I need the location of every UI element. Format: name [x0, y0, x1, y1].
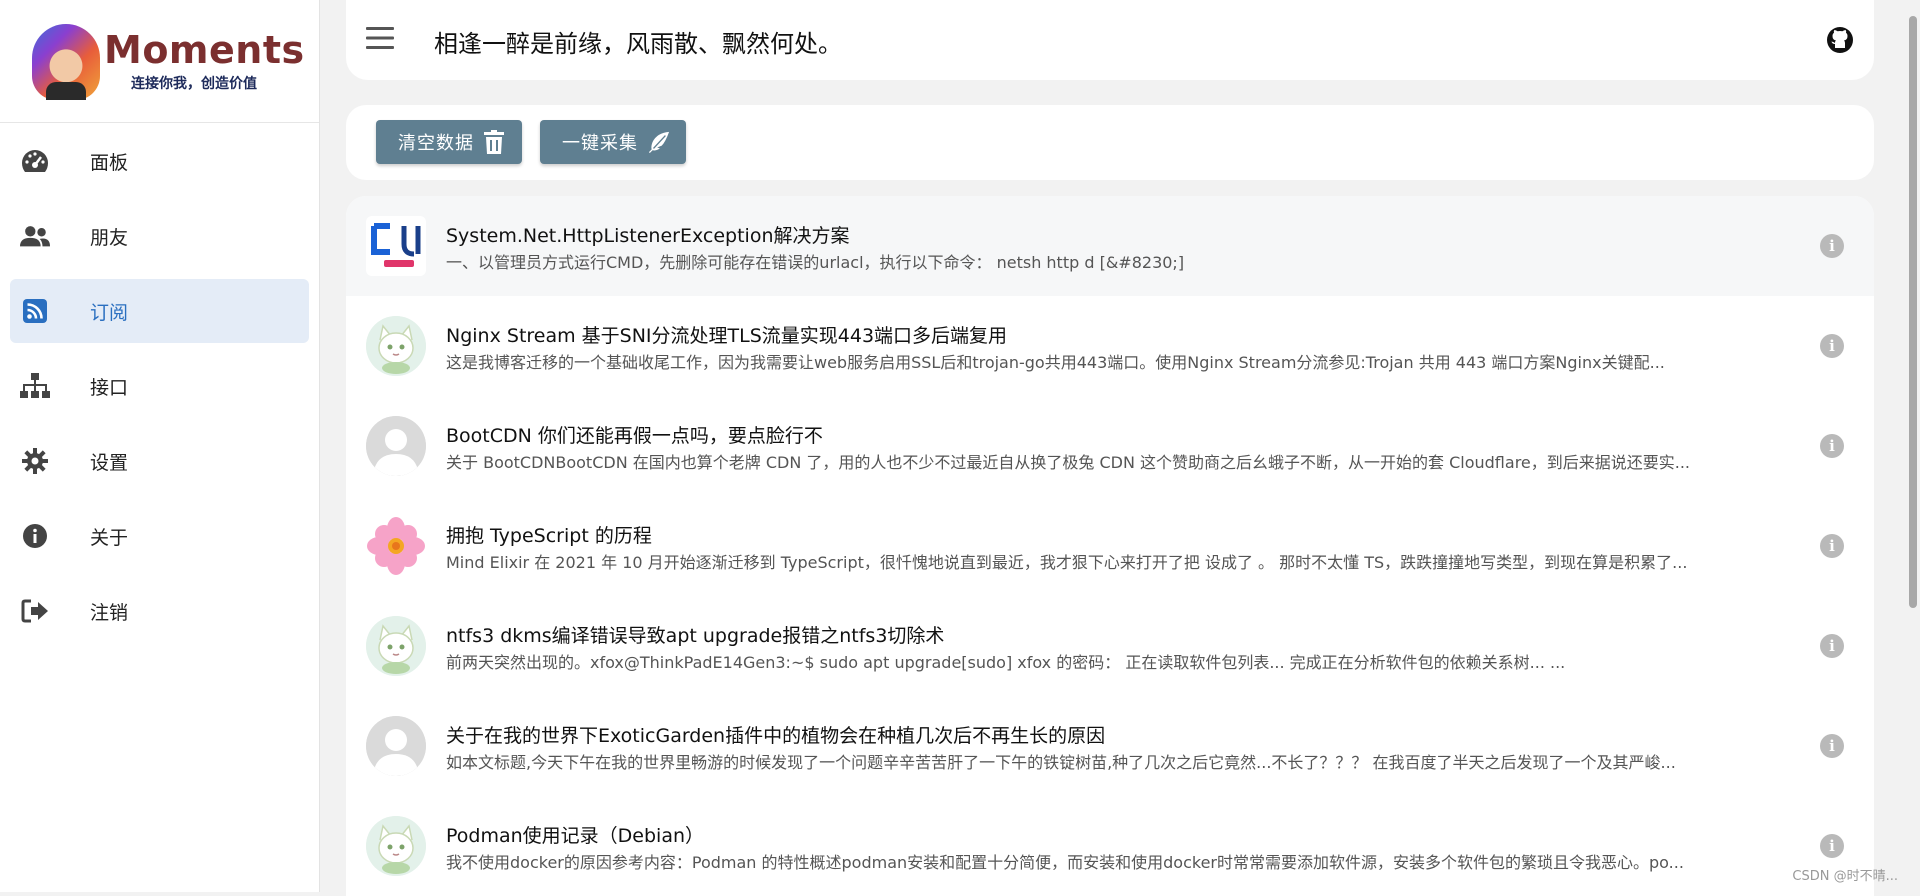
- info-icon[interactable]: i: [1820, 834, 1844, 858]
- sidebar-item-label: 订阅: [90, 298, 128, 325]
- flower-avatar: [366, 516, 426, 576]
- trash-icon: [484, 130, 506, 154]
- sidebar-item-label: 面板: [90, 148, 128, 175]
- sidebar: Moments 连接你我，创造价值 面板 朋友 订阅 接口: [0, 0, 320, 892]
- sidebar-item-label: 注销: [90, 598, 128, 625]
- page-scrollbar[interactable]: [1906, 0, 1918, 892]
- cat-avatar: [366, 816, 426, 876]
- sidebar-item-api[interactable]: 接口: [10, 354, 309, 418]
- post-title[interactable]: System.Net.HttpListenerException解决方案: [446, 221, 849, 248]
- logout-icon: [20, 596, 50, 626]
- post-list: System.Net.HttpListenerException解决方案 一、以…: [346, 196, 1874, 896]
- feather-icon: [648, 130, 670, 154]
- clear-data-label: 清空数据: [398, 129, 474, 155]
- sidebar-item-label: 关于: [90, 523, 128, 550]
- collect-button[interactable]: 一键采集: [540, 120, 686, 164]
- post-title[interactable]: Podman使用记录（Debian）: [446, 821, 704, 848]
- post-title[interactable]: Nginx Stream 基于SNI分流处理TLS流量实现443端口多后端复用: [446, 321, 1007, 348]
- post-title[interactable]: 关于在我的世界下ExoticGarden插件中的植物会在种植几次后不再生长的原因: [446, 721, 1105, 748]
- default-avatar: [366, 716, 426, 776]
- default-avatar: [366, 416, 426, 476]
- info-icon[interactable]: i: [1820, 434, 1844, 458]
- post-desc: 前两天突然出现的。xfox@ThinkPadE14Gen3:~$ sudo ap…: [446, 649, 1796, 673]
- sidebar-item-friends[interactable]: 朋友: [10, 204, 309, 268]
- users-icon: [20, 221, 50, 251]
- post-desc: 这是我博客迁移的一个基础收尾工作，因为我需要让web服务启用SSL后和troja…: [446, 349, 1796, 373]
- hamburger-icon[interactable]: [366, 26, 394, 50]
- watermark: CSDN @时不晴...: [1792, 865, 1898, 884]
- header-bar: 相逢一醉是前缘，风雨散、飘然何处。: [346, 0, 1874, 80]
- post-desc: 我不使用docker的原因参考内容：Podman 的特性概述podman安装和配…: [446, 849, 1796, 873]
- list-item[interactable]: ntfs3 dkms编译错误导致apt upgrade报错之ntfs3切除术 前…: [346, 596, 1874, 696]
- list-item[interactable]: 关于在我的世界下ExoticGarden插件中的植物会在种植几次后不再生长的原因…: [346, 696, 1874, 796]
- sitemap-icon: [20, 371, 50, 401]
- info-icon[interactable]: i: [1820, 334, 1844, 358]
- cat-avatar: [366, 316, 426, 376]
- sidebar-item-settings[interactable]: 设置: [10, 429, 309, 493]
- dashboard-icon: [20, 146, 50, 176]
- brand-logo-avatar: [366, 216, 426, 276]
- clear-data-button[interactable]: 清空数据: [376, 120, 522, 164]
- list-item[interactable]: BootCDN 你们还能再假一点吗，要点脸行不 关于 BootCDNBootCD…: [346, 396, 1874, 496]
- github-icon[interactable]: [1826, 26, 1854, 54]
- scrollbar-thumb[interactable]: [1909, 16, 1917, 608]
- info-icon[interactable]: i: [1820, 534, 1844, 558]
- sidebar-item-label: 接口: [90, 373, 128, 400]
- post-title[interactable]: BootCDN 你们还能再假一点吗，要点脸行不: [446, 421, 823, 448]
- sidebar-item-label: 设置: [90, 448, 128, 475]
- post-title[interactable]: ntfs3 dkms编译错误导致apt upgrade报错之ntfs3切除术: [446, 621, 944, 648]
- cat-avatar: [366, 616, 426, 676]
- sidebar-item-dashboard[interactable]: 面板: [10, 129, 309, 193]
- sidebar-item-label: 朋友: [90, 223, 128, 250]
- collect-label: 一键采集: [562, 129, 638, 155]
- list-item[interactable]: 拥抱 TypeScript 的历程 Mind Elixir 在 2021 年 1…: [346, 496, 1874, 596]
- toolbar: 清空数据 一键采集: [346, 105, 1874, 180]
- info-icon[interactable]: i: [1820, 734, 1844, 758]
- list-item[interactable]: Nginx Stream 基于SNI分流处理TLS流量实现443端口多后端复用 …: [346, 296, 1874, 396]
- sidebar-item-subscriptions[interactable]: 订阅: [10, 279, 309, 343]
- post-desc: 关于 BootCDNBootCDN 在国内也算个老牌 CDN 了，用的人也不少不…: [446, 449, 1796, 473]
- main-content: 相逢一醉是前缘，风雨散、飘然何处。 清空数据 一键采集 System.Net.H…: [346, 0, 1874, 896]
- info-icon: [20, 521, 50, 551]
- list-item[interactable]: Podman使用记录（Debian） 我不使用docker的原因参考内容：Pod…: [346, 796, 1874, 896]
- logo-avatar: [32, 24, 100, 100]
- sidebar-nav: 面板 朋友 订阅 接口 设置: [0, 123, 319, 643]
- post-desc: 一、以管理员方式运行CMD，先删除可能存在错误的urlacl，执行以下命令： n…: [446, 249, 1796, 273]
- list-item[interactable]: System.Net.HttpListenerException解决方案 一、以…: [346, 196, 1874, 296]
- logo-area[interactable]: Moments 连接你我，创造价值: [0, 0, 319, 123]
- info-icon[interactable]: i: [1820, 634, 1844, 658]
- logo-subtitle: 连接你我，创造价值: [131, 73, 257, 93]
- info-icon[interactable]: i: [1820, 234, 1844, 258]
- sidebar-item-about[interactable]: 关于: [10, 504, 309, 568]
- page-title: 相逢一醉是前缘，风雨散、飘然何处。: [434, 24, 842, 59]
- rss-icon: [20, 296, 50, 326]
- logo-title: Moments: [104, 28, 305, 72]
- sidebar-item-logout[interactable]: 注销: [10, 579, 309, 643]
- post-desc: Mind Elixir 在 2021 年 10 月开始逐渐迁移到 TypeScr…: [446, 549, 1796, 573]
- gear-icon: [20, 446, 50, 476]
- post-title[interactable]: 拥抱 TypeScript 的历程: [446, 521, 652, 548]
- post-desc: 如本文标题,今天下午在我的世界里畅游的时候发现了一个问题辛辛苦苦肝了一下午的铁锭…: [446, 749, 1796, 773]
